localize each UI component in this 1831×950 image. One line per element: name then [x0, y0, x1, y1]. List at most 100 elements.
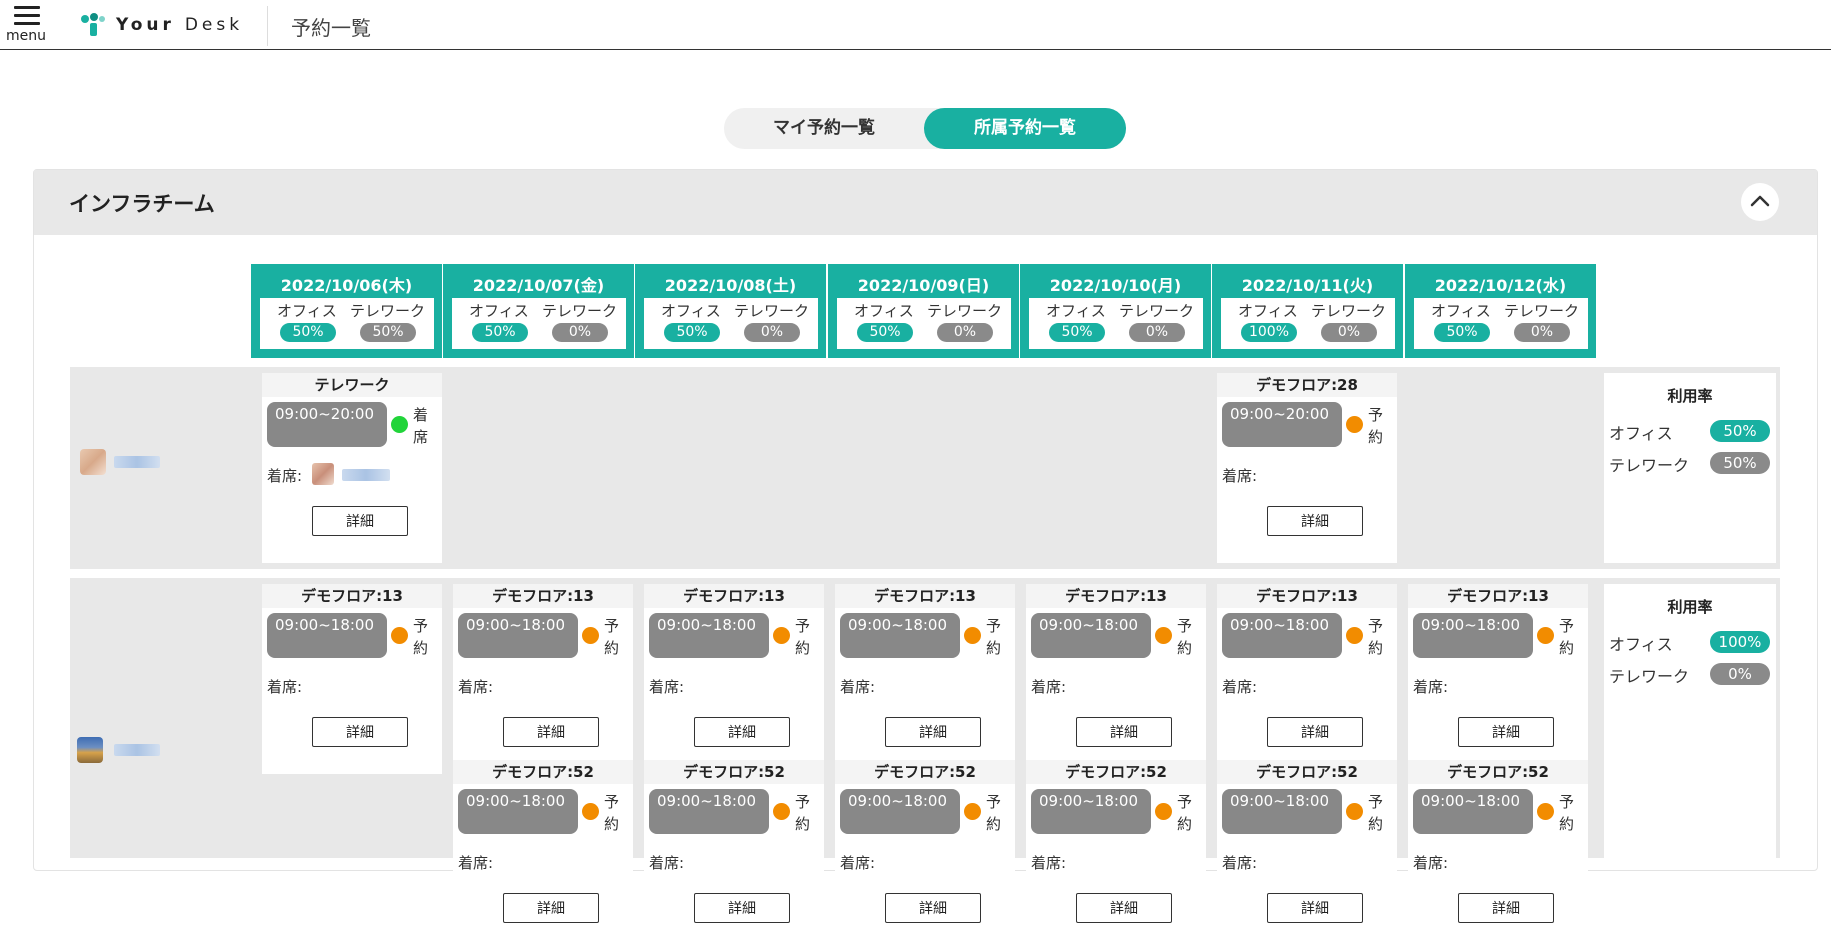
reservation-card[interactable]: デモフロア:13 09:00~18:00 予約 着席: 詳細: [1026, 584, 1206, 774]
checkin-label: 着席:: [649, 854, 685, 872]
checkin-label: 着席:: [1413, 854, 1449, 872]
office-label: オフィス: [1238, 302, 1298, 320]
time-range: 09:00~18:00: [649, 789, 769, 834]
collapse-button[interactable]: [1741, 183, 1779, 221]
status-badge: 予約: [795, 793, 811, 833]
checkin-label: 着席:: [1222, 467, 1258, 485]
detail-button[interactable]: 詳細: [503, 717, 599, 747]
reservation-card[interactable]: デモフロア:28 09:00~20:00 予約 着席: 詳細: [1217, 373, 1397, 563]
reservation-card[interactable]: デモフロア:13 09:00~18:00 予約 着席: 詳細: [1217, 584, 1397, 774]
usage-rate-card: 利用率 オフィス 100% テレワーク 0%: [1604, 584, 1776, 858]
checkin-label: 着席:: [649, 678, 685, 696]
reservation-card[interactable]: デモフロア:13 09:00~18:00 予約 着席: 詳細: [835, 584, 1015, 774]
detail-button[interactable]: 詳細: [694, 893, 790, 923]
office-rate-badge: 50%: [1434, 323, 1490, 342]
time-range: 09:00~18:00: [458, 613, 578, 658]
telework-rate-badge: 0%: [937, 323, 993, 342]
reservation-card[interactable]: デモフロア:52 09:00~18:00 予約 着席: 詳細: [1408, 760, 1588, 950]
seat-title: デモフロア:13: [1217, 584, 1397, 608]
checkin-label: 着席:: [840, 678, 876, 696]
detail-button[interactable]: 詳細: [694, 717, 790, 747]
seat-title: デモフロア:13: [1408, 584, 1588, 608]
date-header: 2022/10/09(日) オフィス テレワーク 50% 0%: [828, 264, 1019, 358]
telework-label: テレワーク: [542, 302, 618, 320]
date-label: 2022/10/09(日): [857, 276, 990, 295]
reservation-card[interactable]: テレワーク 09:00~20:00 着席 着席: 詳細: [262, 373, 442, 563]
detail-button[interactable]: 詳細: [1458, 717, 1554, 747]
reservation-card[interactable]: デモフロア:13 09:00~18:00 予約 着席: 詳細: [644, 584, 824, 774]
office-label: オフィス: [1046, 302, 1106, 320]
office-rate-badge: 50%: [857, 323, 913, 342]
menu-label: menu: [6, 28, 46, 44]
detail-button[interactable]: 詳細: [1267, 506, 1363, 536]
date-label: 2022/10/12(水): [1434, 276, 1567, 295]
time-range: 09:00~18:00: [458, 789, 578, 834]
status-dot-icon: [582, 803, 599, 820]
detail-button[interactable]: 詳細: [1267, 893, 1363, 923]
status-dot-icon: [773, 627, 790, 644]
time-range: 09:00~18:00: [649, 613, 769, 658]
checkin-label: 着席:: [1222, 678, 1258, 696]
seat-title: デモフロア:52: [835, 760, 1015, 784]
status-badge: 予約: [1559, 793, 1575, 833]
reservation-card[interactable]: デモフロア:52 09:00~18:00 予約 着席: 詳細: [453, 760, 633, 950]
status-dot-icon: [1537, 627, 1554, 644]
seat-title: デモフロア:13: [453, 584, 633, 608]
detail-button[interactable]: 詳細: [312, 717, 408, 747]
detail-button[interactable]: 詳細: [885, 893, 981, 923]
time-range: 09:00~18:00: [840, 789, 960, 834]
status-badge: 予約: [1368, 617, 1384, 657]
detail-button[interactable]: 詳細: [885, 717, 981, 747]
checkin-avatar: [312, 463, 334, 485]
date-summary: オフィス テレワーク 100% 0%: [1221, 298, 1395, 349]
status-badge: 着席: [413, 406, 429, 446]
office-rate-badge: 100%: [1241, 323, 1297, 342]
telework-label: テレワーク: [734, 302, 810, 320]
user-name-blurred[interactable]: [114, 744, 160, 756]
hamburger-icon: [14, 6, 40, 26]
checkin-user-name-blurred[interactable]: [342, 469, 390, 481]
reservation-card[interactable]: デモフロア:52 09:00~18:00 予約 着席: 詳細: [644, 760, 824, 950]
office-rate-badge: 50%: [472, 323, 528, 342]
detail-button[interactable]: 詳細: [312, 506, 408, 536]
yourdesk-logo[interactable]: Your Desk: [80, 12, 243, 38]
seat-title: デモフロア:52: [1026, 760, 1206, 784]
date-header: 2022/10/12(水) オフィス テレワーク 50% 0%: [1405, 264, 1596, 358]
date-header: 2022/10/07(金) オフィス テレワーク 50% 0%: [443, 264, 634, 358]
detail-button[interactable]: 詳細: [1076, 893, 1172, 923]
date-summary: オフィス テレワーク 50% 0%: [1414, 298, 1588, 349]
detail-button[interactable]: 詳細: [1267, 717, 1363, 747]
tab-team-reservations[interactable]: 所属予約一覧: [924, 108, 1126, 149]
status-dot-icon: [1155, 803, 1172, 820]
detail-button[interactable]: 詳細: [1076, 717, 1172, 747]
detail-button[interactable]: 詳細: [1458, 893, 1554, 923]
date-label: 2022/10/06(木): [280, 276, 413, 295]
telework-rate-badge: 0%: [1129, 323, 1185, 342]
time-range: 09:00~18:00: [1413, 789, 1533, 834]
reservation-card[interactable]: デモフロア:13 09:00~18:00 予約 着席: 詳細: [453, 584, 633, 774]
menu-button[interactable]: menu: [0, 0, 54, 50]
detail-button[interactable]: 詳細: [503, 893, 599, 923]
reservation-card[interactable]: デモフロア:52 09:00~18:00 予約 着席: 詳細: [1217, 760, 1397, 950]
reservation-card[interactable]: デモフロア:13 09:00~18:00 予約 着席: 詳細: [262, 584, 442, 774]
app-header: menu Your Desk 予約一覧: [0, 0, 1831, 50]
checkin-label: 着席:: [458, 678, 494, 696]
status-dot-icon: [964, 803, 981, 820]
reservation-card[interactable]: デモフロア:52 09:00~18:00 予約 着席: 詳細: [835, 760, 1015, 950]
status-dot-icon: [964, 627, 981, 644]
date-header: 2022/10/10(月) オフィス テレワーク 50% 0%: [1020, 264, 1211, 358]
reservation-card[interactable]: デモフロア:52 09:00~18:00 予約 着席: 詳細: [1026, 760, 1206, 950]
date-header: 2022/10/06(木) オフィス テレワーク 50% 50%: [251, 264, 442, 358]
date-summary: オフィス テレワーク 50% 50%: [260, 298, 434, 349]
tab-my-reservations[interactable]: マイ予約一覧: [724, 108, 924, 149]
seat-title: デモフロア:13: [1026, 584, 1206, 608]
user-name-blurred[interactable]: [114, 456, 160, 468]
reservation-card[interactable]: デモフロア:13 09:00~18:00 予約 着席: 詳細: [1408, 584, 1588, 774]
date-label: 2022/10/07(金): [472, 276, 605, 295]
status-badge: 予約: [604, 793, 620, 833]
rate-telework-label: テレワーク: [1609, 667, 1690, 686]
telework-rate-badge: 0%: [744, 323, 800, 342]
status-dot-icon: [1346, 803, 1363, 820]
avatar: [80, 449, 106, 475]
date-summary: オフィス テレワーク 50% 0%: [837, 298, 1011, 349]
